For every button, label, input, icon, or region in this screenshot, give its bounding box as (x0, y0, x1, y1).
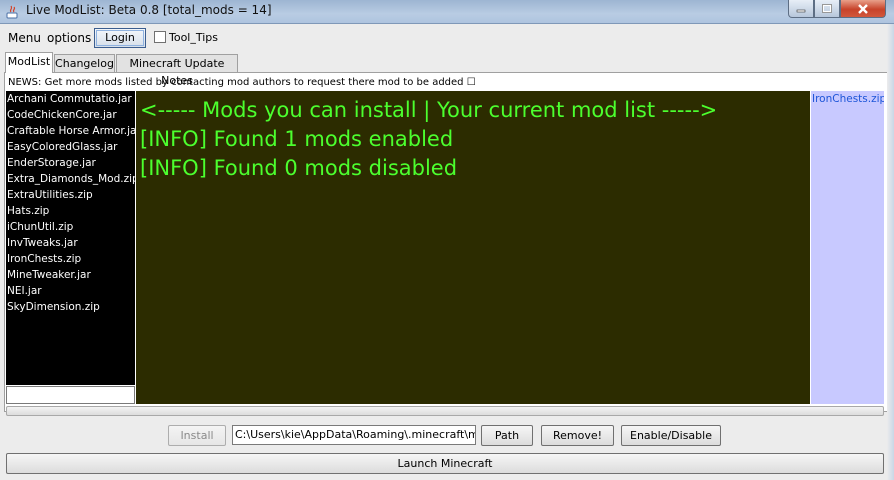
available-mod-item[interactable]: NEI.jar (6, 283, 135, 299)
minimize-button[interactable] (788, 0, 814, 18)
path-button[interactable]: Path (481, 425, 533, 446)
tab-minecraft-update-notes[interactable]: Minecraft Update Notes (116, 54, 238, 87)
tooltips-label[interactable]: Tool_Tips (169, 31, 218, 44)
remove-button[interactable]: Remove! (541, 425, 614, 446)
progress-bar (6, 406, 884, 416)
login-button[interactable]: Login (94, 28, 146, 48)
window-title: Live ModList: Beta 0.8 [total_mods = 14] (26, 3, 272, 17)
launch-minecraft-button[interactable]: Launch Minecraft (6, 453, 884, 474)
menu-menu[interactable]: Menu (8, 31, 41, 45)
close-button[interactable] (840, 0, 886, 18)
install-button[interactable]: Install (168, 425, 226, 446)
available-mod-item[interactable]: Archani Commutatio.jar (6, 91, 135, 107)
window-frame-edge (887, 24, 894, 480)
available-mod-item[interactable]: Hats.zip (6, 203, 135, 219)
available-mod-item[interactable]: EasyColoredGlass.jar (6, 139, 135, 155)
menu-options[interactable]: options (47, 31, 91, 45)
tab-changelog[interactable]: Changelog (54, 54, 115, 72)
tab-modlist[interactable]: ModList (5, 52, 53, 73)
enable-disable-button[interactable]: Enable/Disable (621, 425, 721, 446)
installed-mods-list[interactable]: IronChests.zip (811, 91, 884, 404)
available-mod-item[interactable]: SkyDimension.zip (6, 299, 135, 315)
installed-mod-item[interactable]: IronChests.zip (811, 91, 884, 107)
maximize-button[interactable] (814, 0, 840, 18)
java-app-icon (6, 5, 18, 19)
tooltips-checkbox[interactable] (154, 31, 166, 43)
console-line: [INFO] Found 1 mods enabled (140, 127, 454, 151)
mods-path-field[interactable]: C:\Users\kie\AppData\Roaming\.minecraft\… (232, 425, 476, 445)
news-banner: NEWS: Get more mods listed by contacting… (8, 77, 476, 88)
window-title-bar[interactable]: Live ModList: Beta 0.8 [total_mods = 14] (0, 0, 894, 24)
available-mods-list[interactable]: Archani Commutatio.jar CodeChickenCore.ja… (6, 91, 135, 385)
available-mod-item[interactable]: InvTweaks.jar (6, 235, 135, 251)
available-mod-item[interactable]: ExtraUtilities.zip (6, 187, 135, 203)
console-line: [INFO] Found 0 mods disabled (140, 156, 458, 180)
minimize-icon (796, 9, 806, 12)
close-icon (858, 3, 868, 14)
mod-filter-input[interactable] (6, 386, 135, 404)
console-output: <----- Mods you can install | Your curre… (136, 91, 810, 404)
available-mod-item[interactable]: Extra_Diamonds_Mod.zip (6, 171, 135, 187)
maximize-icon (822, 4, 832, 13)
available-mod-item[interactable]: MineTweaker.jar (6, 267, 135, 283)
available-mod-item[interactable]: EnderStorage.jar (6, 155, 135, 171)
available-mod-item[interactable]: iChunUtil.zip (6, 219, 135, 235)
console-line: <----- Mods you can install | Your curre… (140, 98, 718, 122)
available-mod-item[interactable]: Craftable Horse Armor.jar (6, 123, 135, 139)
available-mod-item[interactable]: IronChests.zip (6, 251, 135, 267)
available-mod-item[interactable]: CodeChickenCore.jar (6, 107, 135, 123)
